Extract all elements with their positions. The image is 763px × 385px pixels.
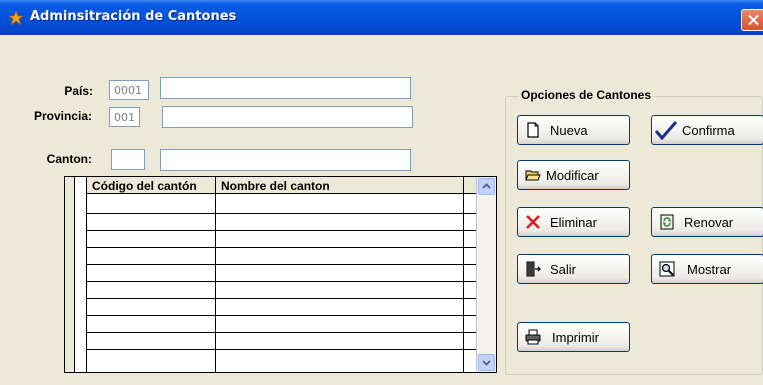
eliminar-button[interactable]: Eliminar (517, 207, 630, 237)
group-title: Opciones de Cantones (519, 88, 654, 102)
pais-name-field[interactable] (160, 77, 411, 99)
open-folder-icon (525, 170, 541, 181)
provincia-label: Provincia: (33, 109, 92, 123)
header-divider (215, 177, 216, 194)
window-title: Adminsitración de Cantones (30, 9, 237, 24)
grid-scrollbar[interactable] (476, 177, 496, 372)
column-divider (215, 194, 216, 372)
mostrar-button[interactable]: Mostrar (651, 254, 763, 284)
table-row[interactable] (87, 264, 476, 265)
grid-row-selector (65, 177, 75, 372)
printer-icon (525, 329, 541, 345)
nueva-button[interactable]: Nueva (517, 115, 630, 145)
pais-label: País: (64, 84, 93, 98)
confirma-label: Confirma (682, 123, 735, 138)
modificar-label: Modificar (546, 168, 599, 183)
confirma-button[interactable]: Confirma (651, 115, 763, 145)
nueva-label: Nueva (550, 123, 588, 138)
modificar-button[interactable]: Modificar (517, 160, 630, 190)
provincia-code-field[interactable]: 001 (109, 107, 140, 127)
checkmark-icon (655, 121, 677, 140)
column-header-codigo[interactable]: Código del cantón (92, 179, 197, 193)
provincia-name-field[interactable] (162, 106, 413, 128)
exit-door-icon (526, 261, 541, 277)
table-row[interactable] (87, 213, 476, 214)
table-row[interactable] (87, 332, 476, 333)
magnifier-icon (659, 261, 675, 277)
arrow-down-icon[interactable] (478, 354, 495, 371)
table-row[interactable] (87, 315, 476, 316)
table-row[interactable] (87, 247, 476, 248)
renovar-button[interactable]: Renovar (651, 207, 763, 237)
refresh-icon (660, 214, 674, 230)
new-document-icon (527, 122, 539, 138)
arrow-up-icon[interactable] (478, 178, 495, 195)
star-icon (8, 10, 24, 26)
salir-button[interactable]: Salir (517, 254, 630, 284)
close-icon[interactable] (741, 9, 763, 31)
mostrar-label: Mostrar (687, 262, 732, 277)
renovar-label: Renovar (684, 215, 734, 230)
table-row[interactable] (87, 298, 476, 299)
imprimir-button[interactable]: Imprimir (517, 322, 630, 352)
cantones-grid[interactable]: Código del cantón Nombre del canton (64, 176, 497, 373)
salir-label: Salir (550, 262, 577, 277)
pais-code-field[interactable]: 0001 (109, 80, 149, 100)
red-x-icon (526, 215, 540, 229)
table-row[interactable] (87, 230, 476, 231)
grid-header: Código del cantón Nombre del canton (87, 177, 476, 194)
table-row[interactable] (87, 349, 476, 350)
eliminar-label: Eliminar (550, 215, 597, 230)
column-divider-right (463, 177, 464, 372)
canton-code-field[interactable] (111, 149, 145, 170)
title-bar: Adminsitración de Cantones (0, 0, 763, 35)
grid-row-indicator (75, 177, 87, 372)
column-header-nombre[interactable]: Nombre del canton (221, 179, 330, 193)
table-row[interactable] (87, 281, 476, 282)
canton-label: Canton: (46, 152, 92, 166)
canton-name-field[interactable] (160, 149, 411, 171)
imprimir-label: Imprimir (552, 330, 599, 345)
